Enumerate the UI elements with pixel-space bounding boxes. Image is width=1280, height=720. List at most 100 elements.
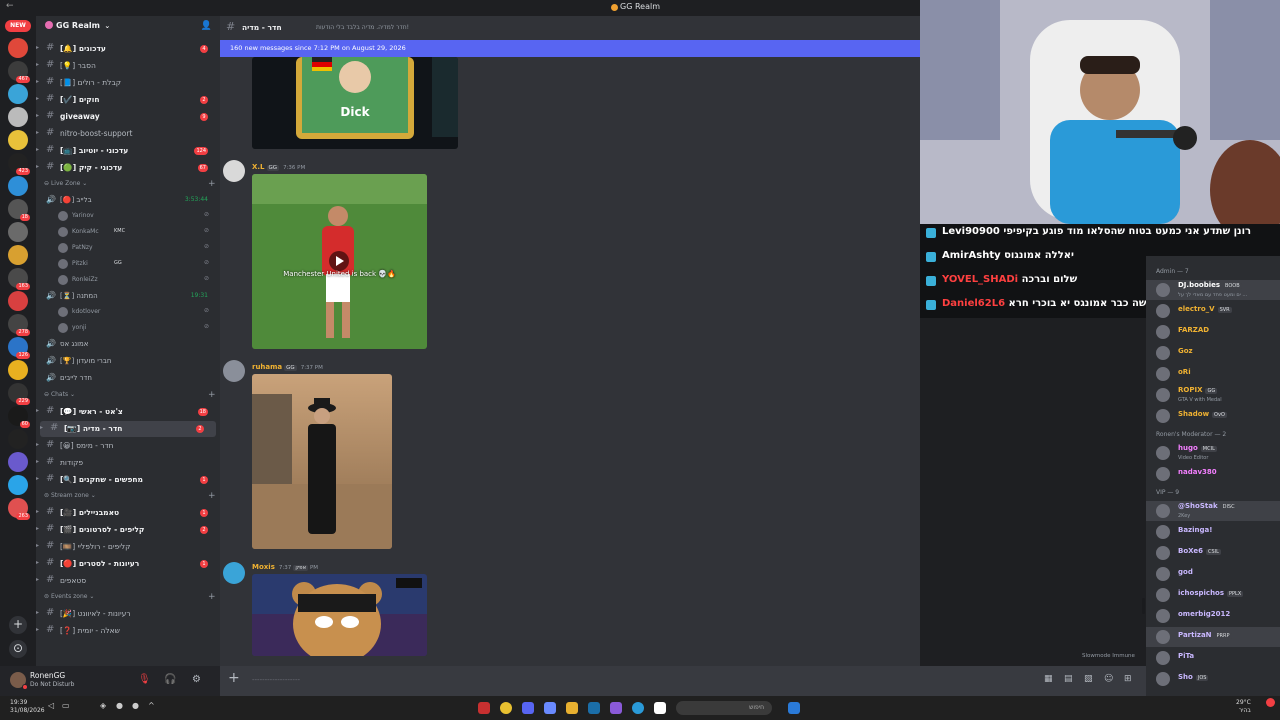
add-attachment-icon[interactable]: + [228, 670, 240, 686]
add-channel-icon[interactable]: + [208, 592, 216, 602]
voice-user[interactable]: RonleiZz ⊘ [58, 273, 218, 287]
steam-tray-icon[interactable]: ● [116, 701, 123, 710]
server-icon[interactable]: 18 [8, 199, 30, 221]
file-explorer-icon[interactable] [566, 702, 578, 714]
channel-item[interactable]: ▸ # [🔴] רעיונות - לסטרים 1 [36, 556, 220, 572]
app-icon[interactable] [478, 702, 490, 714]
server-icon[interactable] [8, 107, 28, 127]
server-icon[interactable]: 229 [8, 383, 30, 405]
member-item[interactable]: BoXe6 CSIL [1146, 543, 1280, 563]
voice-channel[interactable]: 🔊 [⏳] המתנה 19:31 [36, 289, 220, 305]
member-item[interactable]: ichospichos PPLX [1146, 585, 1280, 605]
member-item[interactable]: Goz [1146, 343, 1280, 363]
member-item[interactable]: Sho JOS [1146, 669, 1280, 689]
server-icon[interactable]: 60 [8, 406, 30, 428]
channel-item[interactable]: ▸ # [📷] חדר - מדיה 2 [40, 421, 216, 437]
new-badge[interactable]: NEW [5, 20, 31, 32]
member-item[interactable]: hugo MCIL Video Editor [1146, 443, 1280, 463]
add-channel-icon[interactable]: + [208, 390, 216, 400]
video-attachment[interactable]: Manchester United is back 💀🔥 [252, 174, 427, 349]
server-icon[interactable] [8, 38, 28, 58]
server-icon[interactable] [8, 84, 28, 104]
server-icon[interactable]: 467 [8, 61, 30, 83]
channel-item[interactable]: ▸ # [❓] שאלה - יומית [36, 623, 220, 639]
channel-item[interactable]: ▸ # [📺] עדכוני - יוטיוב 124 [36, 143, 220, 159]
tray-app-icon[interactable]: ● [132, 701, 139, 710]
member-item[interactable]: PartizaN PRRP [1146, 627, 1280, 647]
add-server-button[interactable]: + [9, 616, 27, 634]
chevron-up-icon[interactable]: ^ [148, 701, 155, 710]
voice-user[interactable]: PatNzy ⊘ [58, 241, 218, 255]
category-header[interactable]: ⊖ Chats ⌄ + [44, 390, 216, 400]
app-icon[interactable] [544, 702, 556, 714]
add-channel-icon[interactable]: + [208, 491, 216, 501]
server-icon[interactable] [8, 360, 28, 380]
apps-icon[interactable]: ⊞ [1124, 674, 1132, 684]
server-icon[interactable] [8, 222, 28, 242]
channel-item[interactable]: ▸ # [🔔] עדכונים 4 [36, 41, 220, 57]
discord-icon[interactable] [522, 702, 534, 714]
server-icon[interactable] [8, 130, 28, 150]
channel-item[interactable]: ▸ # [🎞️] קליפים - רולפליי [36, 539, 220, 555]
channel-item[interactable]: ▸ # [🎬] קליפים - לסרטונים 2 [36, 522, 220, 538]
voice-channel[interactable]: 🔊 חדר לייבים [36, 371, 220, 387]
server-icon[interactable]: 163 [8, 268, 30, 290]
gift-icon[interactable]: ▦ [1044, 674, 1053, 684]
channel-item[interactable]: ▸ # [🔍] מחפשים - שחקנים 1 [36, 472, 220, 488]
server-icon[interactable] [8, 475, 28, 495]
steam-icon[interactable] [588, 702, 600, 714]
voice-user[interactable]: yonji ⊘ [58, 321, 218, 335]
network-icon[interactable]: ▭ [62, 701, 70, 710]
category-header[interactable]: ⊜ Stream zone ⌄ + [44, 491, 216, 501]
member-item[interactable]: @ShoStak DISC 2Key [1146, 501, 1280, 521]
back-arrow-icon[interactable]: ← [6, 1, 14, 11]
server-icon[interactable] [8, 291, 28, 311]
message-author[interactable]: Moxis [252, 563, 275, 571]
channel-item[interactable]: ▸ # [✔️] חוקים 2 [36, 92, 220, 108]
member-item[interactable]: ROPIX GG GTA V with Medal [1146, 385, 1280, 405]
add-channel-icon[interactable]: + [208, 179, 216, 189]
member-item[interactable]: electro_V SVR [1146, 301, 1280, 321]
edge-icon[interactable] [632, 702, 644, 714]
scrollbar[interactable] [1142, 598, 1145, 614]
server-icon[interactable]: 126 [8, 337, 30, 359]
voice-channel[interactable]: 🔊 [🔴] בלייב 3:53:44 [36, 193, 220, 209]
voice-user[interactable]: kdotlover ⊘ [58, 305, 218, 319]
server-icon[interactable]: 278 [8, 314, 30, 336]
sticker-icon[interactable]: ▧ [1084, 674, 1093, 684]
volume-icon[interactable]: ◁ [48, 701, 54, 710]
server-icon[interactable] [8, 452, 28, 472]
notification-icon[interactable] [1266, 698, 1275, 707]
message-author[interactable]: ruhama [252, 363, 282, 371]
weather-widget[interactable]: 29°C בהיר [1236, 699, 1251, 715]
clock[interactable]: 19:39 31/08/2026 [10, 699, 45, 715]
image-attachment[interactable] [252, 374, 392, 549]
member-item[interactable]: Bazinga! [1146, 522, 1280, 542]
discover-button[interactable]: ⊙ [9, 640, 27, 658]
voice-channel[interactable]: 🔊 [🏆] חברי מועדון [36, 354, 220, 370]
channel-item[interactable]: ▸ # [💡] הסבר [36, 58, 220, 74]
category-header[interactable]: ⊜ Events zone ⌄ + [44, 592, 216, 602]
channel-item[interactable]: ▸ # giveaway 9 [36, 109, 220, 125]
mic-muted-icon[interactable]: 🎙 [138, 674, 151, 685]
avatar[interactable] [223, 360, 245, 382]
member-item[interactable]: DJ.boobies BOOB ים ומעט פחד עם מאדי לך על … [1146, 280, 1280, 300]
server-icon[interactable] [8, 245, 28, 265]
voice-channel[interactable]: 🔊 אמונג אס [36, 337, 220, 353]
gif-icon[interactable]: ▤ [1064, 674, 1073, 684]
voice-user[interactable]: KonkaMc KMC ⊘ [58, 225, 218, 239]
channel-item[interactable]: ▸ # [📘] קבלת - רולים [36, 75, 220, 91]
avatar[interactable] [223, 562, 245, 584]
app-icon[interactable] [654, 702, 666, 714]
gear-icon[interactable]: ⚙ [192, 674, 201, 685]
image-attachment[interactable] [252, 574, 427, 656]
member-item[interactable]: XpinerGTS [1146, 256, 1280, 264]
member-item[interactable]: oRi [1146, 364, 1280, 384]
member-item[interactable]: god [1146, 564, 1280, 584]
chrome-icon[interactable] [500, 702, 512, 714]
emoji-icon[interactable]: ☺ [1104, 674, 1113, 684]
server-icon[interactable] [8, 176, 28, 196]
member-item[interactable]: nadav380 [1146, 464, 1280, 484]
app-icon[interactable] [610, 702, 622, 714]
windows-start-icon[interactable] [788, 702, 800, 714]
